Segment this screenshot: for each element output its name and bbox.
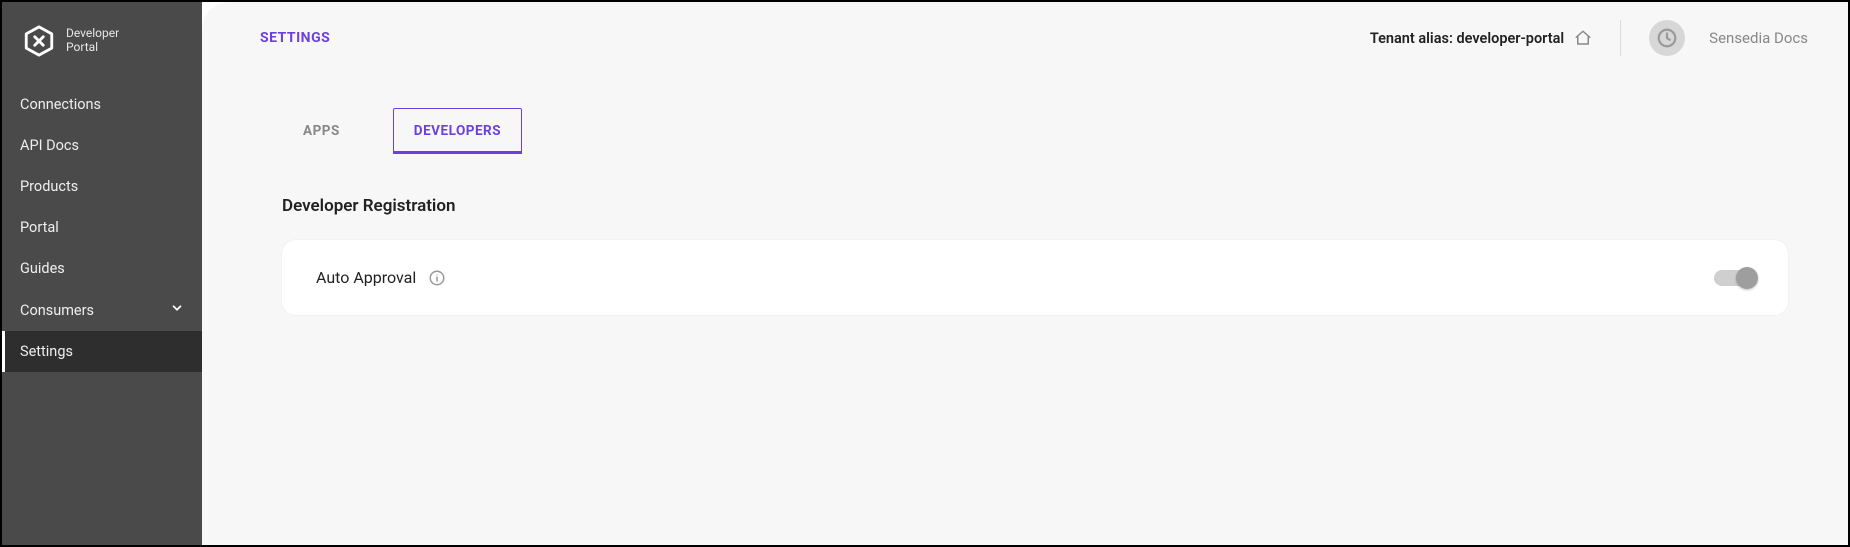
sidebar-item-consumers[interactable]: Consumers xyxy=(2,289,202,331)
sidebar-item-label: Consumers xyxy=(20,302,94,319)
sidebar-nav: Connections API Docs Products Portal Gui… xyxy=(2,84,202,372)
header-bar: SETTINGS Tenant alias: developer-portal … xyxy=(202,2,1848,56)
tenant-alias: Tenant alias: developer-portal xyxy=(1370,29,1592,47)
header-divider xyxy=(1620,20,1621,56)
sidebar-item-label: API Docs xyxy=(20,137,79,154)
tab-developers[interactable]: DEVELOPERS xyxy=(393,108,522,154)
sidebar-item-label: Connections xyxy=(20,96,101,113)
info-icon[interactable] xyxy=(428,269,446,287)
home-icon[interactable] xyxy=(1574,29,1592,47)
sidebar-item-settings[interactable]: Settings xyxy=(2,331,202,372)
brand-logo-icon xyxy=(22,24,56,58)
tab-apps[interactable]: APPS xyxy=(282,108,361,154)
brand-line2: Portal xyxy=(66,41,119,55)
section-title: Developer Registration xyxy=(202,154,1848,216)
sidebar-item-api-docs[interactable]: API Docs xyxy=(2,125,202,166)
tab-label: DEVELOPERS xyxy=(414,123,501,139)
sidebar-item-guides[interactable]: Guides xyxy=(2,248,202,289)
settings-card: Auto Approval xyxy=(282,240,1788,315)
main-content: SETTINGS Tenant alias: developer-portal … xyxy=(202,2,1848,545)
tenant-alias-text: Tenant alias: developer-portal xyxy=(1370,30,1564,47)
auto-approval-toggle[interactable] xyxy=(1714,270,1754,286)
page-title: SETTINGS xyxy=(260,30,330,46)
tabs: APPS DEVELOPERS xyxy=(202,56,1848,154)
sidebar-item-portal[interactable]: Portal xyxy=(2,207,202,248)
sidebar-item-label: Guides xyxy=(20,260,65,277)
sidebar-item-label: Products xyxy=(20,178,78,195)
user-name: Sensedia Docs xyxy=(1709,29,1808,47)
sidebar-item-label: Settings xyxy=(20,343,73,360)
brand-line1: Developer xyxy=(66,27,119,41)
setting-row-left: Auto Approval xyxy=(316,268,446,287)
toggle-knob xyxy=(1736,267,1758,289)
sidebar-item-label: Portal xyxy=(20,219,59,236)
avatar[interactable] xyxy=(1649,20,1685,56)
brand-text: Developer Portal xyxy=(66,27,119,55)
tab-label: APPS xyxy=(303,123,340,139)
brand-block: Developer Portal xyxy=(2,2,202,84)
sidebar-item-products[interactable]: Products xyxy=(2,166,202,207)
setting-label: Auto Approval xyxy=(316,268,416,287)
chevron-down-icon xyxy=(170,301,184,319)
sidebar-item-connections[interactable]: Connections xyxy=(2,84,202,125)
sidebar: Developer Portal Connections API Docs Pr… xyxy=(2,2,202,545)
